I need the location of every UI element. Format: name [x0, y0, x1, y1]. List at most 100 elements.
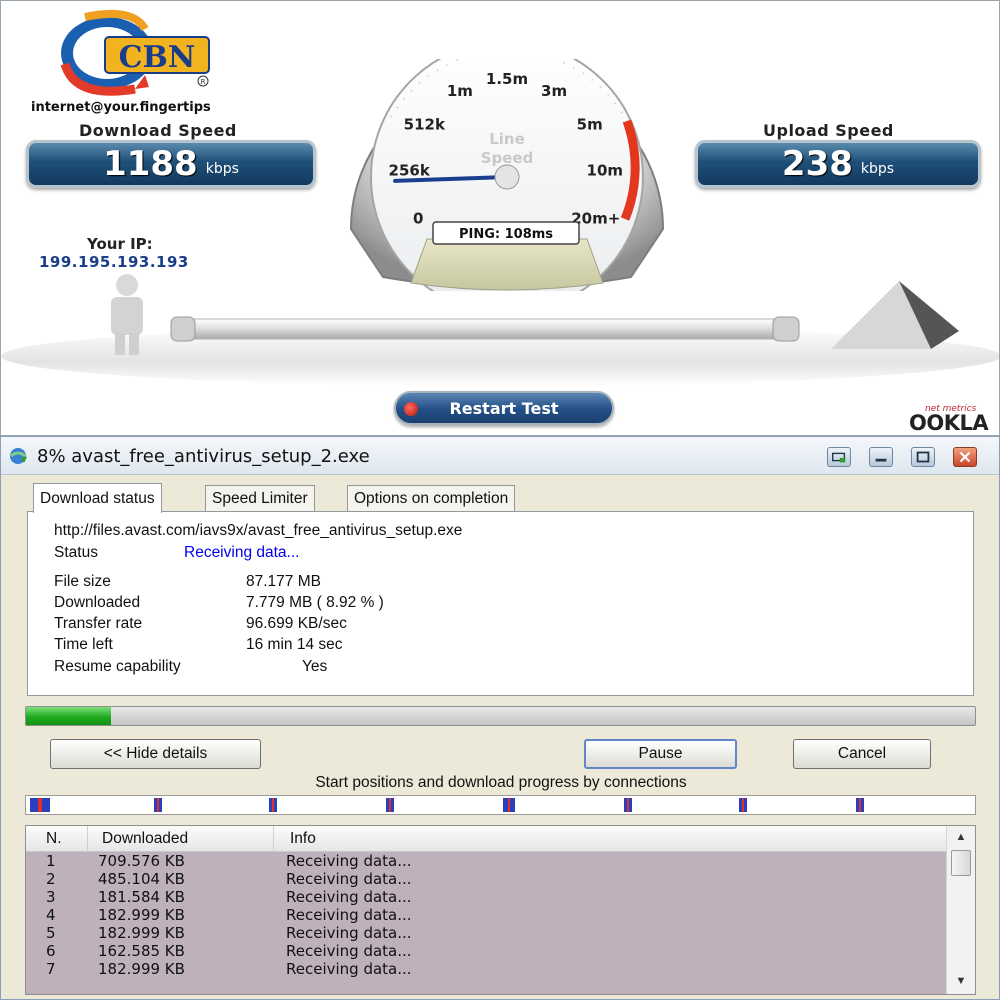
- upload-speed-value: 238: [781, 144, 853, 184]
- gauge-tick-label: 512k: [404, 115, 446, 133]
- row-number: 4: [46, 906, 56, 924]
- file-size-label: File size: [54, 573, 111, 590]
- connection-marker: [30, 798, 50, 812]
- minimize-button[interactable]: [869, 447, 893, 467]
- time-left-label: Time left: [54, 636, 113, 653]
- restart-test-button[interactable]: Restart Test: [394, 391, 614, 425]
- connection-marker: [269, 798, 277, 812]
- connections-caption: Start positions and download progress by…: [315, 774, 687, 791]
- time-left-value: 16 min 14 sec: [246, 636, 343, 653]
- gauge-tick-label: 5m: [577, 115, 603, 133]
- server-pyramid-icon: [831, 281, 959, 349]
- hide-to-tray-button[interactable]: [827, 447, 851, 467]
- close-icon: [959, 451, 971, 463]
- connection-marker: [739, 798, 747, 812]
- ookla-logo: OOKLA: [909, 411, 989, 435]
- cbn-logo: CBN R: [60, 9, 210, 96]
- table-row[interactable]: 2 485.104 KB Receiving data...: [26, 870, 946, 888]
- upload-speed-box: 238 kbps: [695, 140, 981, 188]
- row-number: 5: [46, 924, 56, 942]
- column-header-downloaded[interactable]: Downloaded: [88, 826, 274, 852]
- scroll-up-icon[interactable]: ▲: [951, 828, 971, 846]
- ping-readout: PING: 108ms: [459, 227, 553, 242]
- maximize-button[interactable]: [911, 447, 935, 467]
- file-size-value: 87.177 MB: [246, 573, 321, 590]
- download-speed-unit: kbps: [205, 161, 239, 177]
- list-rows: 1 709.576 KB Receiving data... 2 485.104 KB…: [26, 852, 946, 994]
- row-number: 1: [46, 852, 56, 870]
- download-progress-bar: [25, 706, 976, 726]
- table-row[interactable]: 3 181.584 KB Receiving data...: [26, 888, 946, 906]
- maximize-icon: [916, 451, 930, 463]
- column-header-info[interactable]: Info: [274, 826, 946, 852]
- title-bar[interactable]: 8% avast_free_antivirus_setup_2.exe: [1, 437, 999, 475]
- speedtest-panel: CBN R internet@your.fingertips Download …: [0, 0, 1000, 436]
- gauge-center-label-2: Speed: [481, 149, 534, 167]
- scroll-thumb[interactable]: [951, 850, 971, 876]
- upload-speed-unit: kbps: [860, 161, 895, 177]
- ip-value: 199.195.193.193: [39, 253, 189, 271]
- speed-gauge: Line Speed 0256k512k1m1.5m3m5m10m20m+ PI…: [349, 59, 665, 291]
- row-downloaded: 162.585 KB: [98, 942, 185, 960]
- download-url: http://files.avast.com/iavs9x/avast_free…: [54, 522, 463, 539]
- gauge-tick-label: 10m: [587, 162, 624, 180]
- tab-speed-limiter[interactable]: Speed Limiter: [205, 485, 315, 511]
- row-info: Receiving data...: [286, 852, 412, 870]
- gauge-tick-label: 1m: [447, 82, 473, 100]
- download-speed-label: Download Speed: [79, 121, 237, 140]
- table-row[interactable]: 7 182.999 KB Receiving data...: [26, 960, 946, 978]
- list-scrollbar[interactable]: ▲ ▼: [946, 826, 975, 994]
- downloaded-value: 7.779 MB ( 8.92 % ): [246, 594, 384, 611]
- download-speed-value: 1188: [103, 144, 198, 184]
- connection-marker: [386, 798, 394, 812]
- transfer-rate-value: 96.699 KB/sec: [246, 615, 347, 632]
- row-info: Receiving data...: [286, 960, 412, 978]
- window-title: 8% avast_free_antivirus_setup_2.exe: [37, 446, 370, 467]
- list-header: N. Downloaded Info: [26, 826, 946, 852]
- tab-download-status[interactable]: Download status: [33, 483, 162, 513]
- download-progress-fill: [26, 707, 111, 725]
- status-label: Status: [54, 544, 98, 561]
- table-row[interactable]: 4 182.999 KB Receiving data...: [26, 906, 946, 924]
- minimize-icon: [875, 458, 887, 462]
- pause-button[interactable]: Pause: [584, 739, 737, 769]
- record-dot-icon: [404, 402, 418, 416]
- row-info: Receiving data...: [286, 906, 412, 924]
- connections-list[interactable]: N. Downloaded Info 1 709.576 KB Receiving …: [25, 825, 976, 995]
- row-number: 3: [46, 888, 56, 906]
- row-info: Receiving data...: [286, 888, 412, 906]
- column-header-number[interactable]: N.: [26, 826, 88, 852]
- row-downloaded: 182.999 KB: [98, 960, 185, 978]
- connection-marker: [624, 798, 632, 812]
- connections-progress-bar: [25, 795, 976, 815]
- connection-marker: [503, 798, 515, 812]
- resume-capability-label: Resume capability: [54, 658, 181, 675]
- row-info: Receiving data...: [286, 942, 412, 960]
- table-row[interactable]: 1 709.576 KB Receiving data...: [26, 852, 946, 870]
- row-downloaded: 181.584 KB: [98, 888, 185, 906]
- scroll-down-icon[interactable]: ▼: [951, 972, 971, 990]
- cancel-button[interactable]: Cancel: [793, 739, 931, 769]
- status-value: Receiving data...: [184, 544, 300, 561]
- tab-options-on-completion[interactable]: Options on completion: [347, 485, 516, 511]
- download-status-panel: http://files.avast.com/iavs9x/avast_free…: [27, 511, 974, 696]
- row-downloaded: 485.104 KB: [98, 870, 185, 888]
- resume-capability-value: Yes: [302, 658, 328, 675]
- logo-text: CBN: [119, 40, 196, 75]
- transfer-rate-label: Transfer rate: [54, 615, 143, 632]
- close-button[interactable]: [953, 447, 977, 467]
- svg-text:R: R: [201, 78, 206, 86]
- row-number: 6: [46, 942, 56, 960]
- gauge-center-label-1: Line: [489, 130, 525, 148]
- table-row[interactable]: 5 182.999 KB Receiving data...: [26, 924, 946, 942]
- tray-icon: [832, 452, 846, 463]
- download-speed-box: 1188 kbps: [26, 140, 316, 188]
- gauge-tick-label: 1.5m: [486, 70, 528, 88]
- hide-details-button[interactable]: << Hide details: [50, 739, 261, 769]
- row-downloaded: 182.999 KB: [98, 924, 185, 942]
- connection-marker: [856, 798, 864, 812]
- gauge-tick-label: 3m: [541, 82, 567, 100]
- upload-speed-label: Upload Speed: [763, 121, 894, 140]
- row-downloaded: 709.576 KB: [98, 852, 185, 870]
- table-row[interactable]: 6 162.585 KB Receiving data...: [26, 942, 946, 960]
